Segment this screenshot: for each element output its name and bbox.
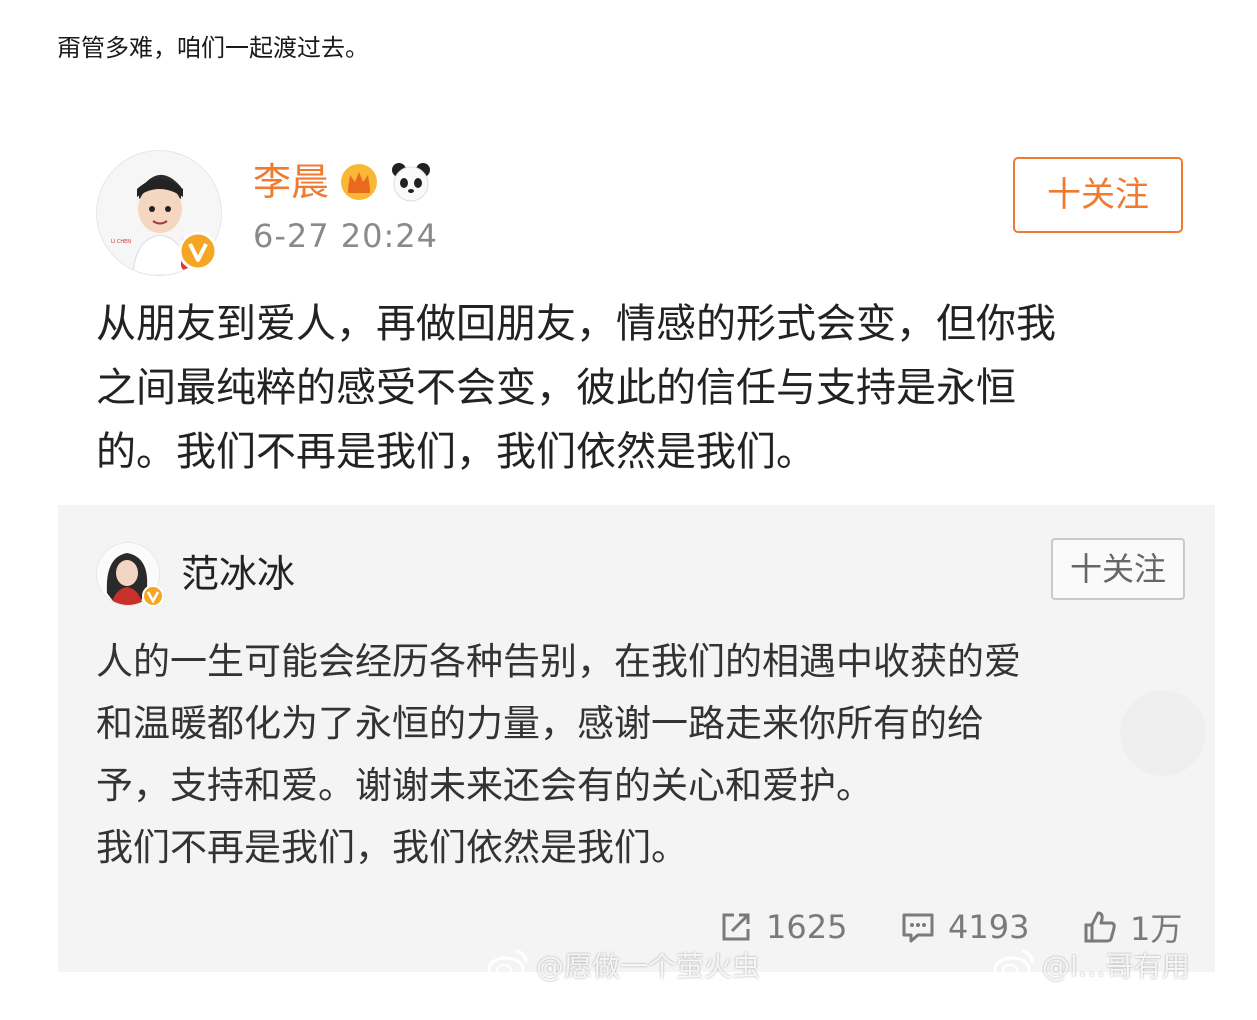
weibo-post: LI CHEN 李晨 6-27 20:24 十关注 从朋友到爱人，再做回朋友，情… [0,140,1257,505]
repost-line: 人的一生可能会经历各种告别，在我们的相遇中收获的爱 [96,640,1021,683]
author-name[interactable]: 李晨 [253,154,329,210]
comment-count: 4193 [948,908,1030,946]
like-action[interactable]: 1万 [1082,905,1182,949]
watermark-left-text: @愿做一个萤火虫 [536,950,761,983]
repost-card[interactable]: 范冰冰 十关注 人的一生可能会经历各种告别，在我们的相遇中收获的爱 和温暖都化为… [58,505,1215,972]
comment-action[interactable]: 4193 [900,905,1029,949]
comment-icon [902,913,934,943]
crown-icon [341,164,378,200]
post-line: 的。我们不再是我们，我们依然是我们。 [96,429,816,475]
panda-icon [392,163,431,202]
watermark-left: @愿做一个萤火虫 [486,945,760,985]
faint-overlay-circle [1120,690,1206,776]
repost-follow-button[interactable]: 十关注 [1051,538,1185,600]
post-line: 从朋友到爱人，再做回朋友，情感的形式会变，但你我 [96,301,1056,347]
action-bar: 1625 4193 1万 [58,905,1215,949]
svg-text:LI CHEN: LI CHEN [111,239,131,245]
post-line: 之间最纯粹的感受不会变，彼此的信任与支持是永恒 [96,365,1016,411]
share-action[interactable]: 1625 [718,905,847,949]
verified-v-icon [178,231,218,271]
verified-v-icon [142,585,164,607]
repost-line: 和温暖都化为了永恒的力量，感谢一路走来你所有的给 [96,702,984,745]
watermark-right-text: @l…哥有用 [1042,950,1190,983]
repost-line: 我们不再是我们，我们依然是我们。 [96,826,688,869]
repost-line: 予，支持和爱。谢谢未来还会有的关心和爱护。 [96,764,873,807]
follow-button[interactable]: 十关注 [1013,157,1183,233]
weibo-logo-icon [487,949,528,982]
author-name-row: 李晨 [253,154,433,210]
repost-author-name[interactable]: 范冰冰 [181,548,295,600]
watermark-right: @l…哥有用 [992,945,1190,985]
weibo-logo-icon [993,949,1034,982]
post-body: 从朋友到爱人，再做回朋友，情感的形式会变，但你我 之间最纯粹的感受不会变，彼此的… [96,292,1196,484]
share-icon [722,913,750,941]
share-count: 1625 [766,908,848,946]
repost-body: 人的一生可能会经历各种告别，在我们的相遇中收获的爱 和温暖都化为了永恒的力量，感… [96,631,1186,879]
like-count: 1万 [1130,910,1183,948]
intro-text: 甭管多难，咱们一起渡过去。 [57,34,369,62]
thumbs-up-icon [1084,911,1116,943]
post-time: 6-27 20:24 [253,217,439,255]
